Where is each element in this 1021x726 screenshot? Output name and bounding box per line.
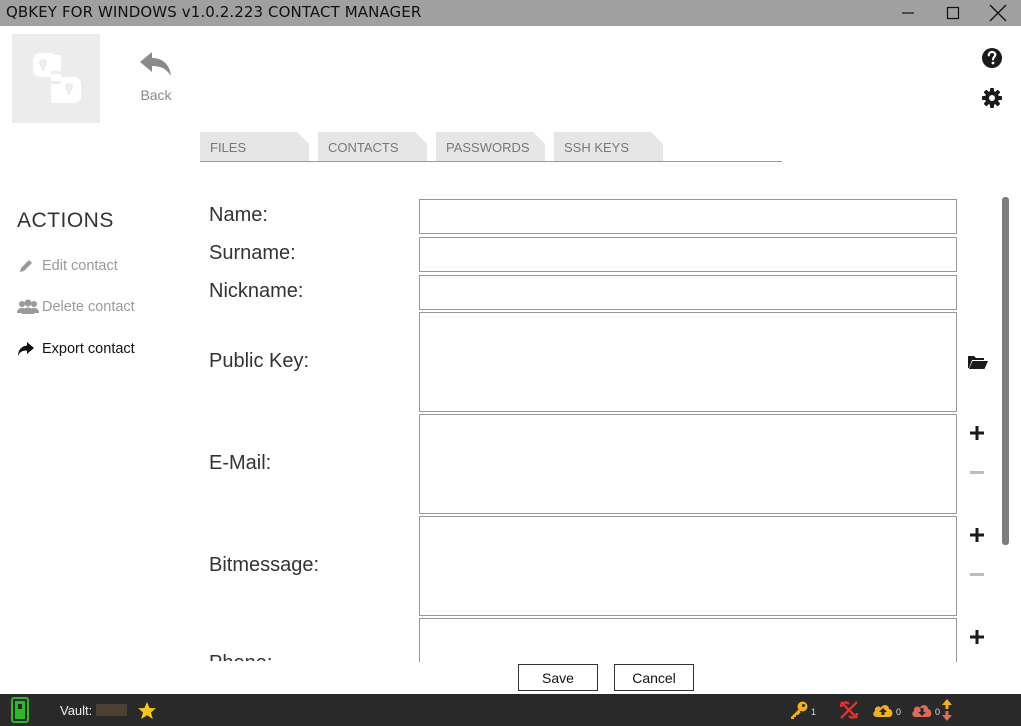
star-icon <box>138 701 156 719</box>
app-logo <box>12 34 100 123</box>
minus-icon <box>970 573 984 576</box>
nickname-label: Nickname: <box>209 280 304 302</box>
bitmessage-textarea[interactable] <box>419 516 957 616</box>
back-arrow-icon <box>140 52 171 76</box>
disconnected-icon <box>839 701 859 719</box>
phone-textarea[interactable] <box>419 618 957 662</box>
status-bar: Vault: 1 0 0 <box>0 694 1021 726</box>
tab-files[interactable]: FILES <box>200 132 309 161</box>
add-phone-button[interactable] <box>967 627 987 647</box>
close-button[interactable] <box>975 0 1021 26</box>
keys-count: 1 <box>811 706 817 717</box>
email-label: E-Mail: <box>209 452 272 474</box>
remove-bitmessage-button[interactable] <box>967 564 987 584</box>
download-count: 0 <box>935 706 941 717</box>
users-icon <box>17 299 39 314</box>
export-contact-action[interactable]: Export contact <box>17 341 135 357</box>
actions-heading: ACTIONS <box>17 209 114 232</box>
save-button[interactable]: Save <box>518 664 598 691</box>
edit-contact-action[interactable]: Edit contact <box>17 257 118 275</box>
cancel-button[interactable]: Cancel <box>614 664 694 691</box>
name-label: Name: <box>209 204 268 226</box>
add-email-button[interactable] <box>967 423 987 443</box>
upload-count: 0 <box>896 706 902 717</box>
add-bitmessage-button[interactable] <box>967 525 987 545</box>
key-icon <box>791 701 808 719</box>
share-arrow-icon <box>18 342 34 356</box>
back-label: Back <box>140 87 172 103</box>
delete-contact-label: Delete contact <box>42 299 135 315</box>
vault-label: Vault: <box>60 702 93 718</box>
plus-icon <box>970 528 984 542</box>
tab-contacts[interactable]: CONTACTS <box>318 132 427 161</box>
surname-label: Surname: <box>209 242 296 264</box>
edit-contact-label: Edit contact <box>42 258 118 274</box>
open-folder-icon <box>968 356 988 369</box>
help-icon[interactable] <box>981 47 1003 69</box>
surname-input[interactable] <box>419 237 957 272</box>
tab-ssh-keys[interactable]: SSH KEYS <box>554 132 663 161</box>
nickname-input[interactable] <box>419 275 957 310</box>
minimize-button[interactable] <box>885 0 931 26</box>
download-status: 0 <box>911 694 940 726</box>
tab-bar: FILES CONTACTS PASSWORDS SSH KEYS <box>200 132 782 162</box>
plus-icon <box>970 630 984 644</box>
public-key-label: Public Key: <box>209 350 310 372</box>
cloud-upload-icon <box>873 705 893 717</box>
delete-contact-action[interactable]: Delete contact <box>17 299 135 315</box>
pencil-icon <box>20 260 32 272</box>
remove-email-button[interactable] <box>967 462 987 482</box>
sync-arrows-icon <box>942 699 952 721</box>
scrollbar[interactable] <box>1001 197 1009 661</box>
battery-status <box>11 694 29 726</box>
window-title: QBKEY FOR WINDOWS v1.0.2.223 CONTACT MAN… <box>6 3 422 21</box>
maximize-button[interactable] <box>930 0 976 26</box>
sync-status <box>941 694 953 726</box>
close-icon <box>989 4 1007 22</box>
battery-icon <box>11 697 29 723</box>
name-input[interactable] <box>419 199 957 234</box>
tab-passwords[interactable]: PASSWORDS <box>436 132 545 161</box>
connection-status <box>838 694 860 726</box>
bitmessage-label: Bitmessage: <box>209 554 320 576</box>
minimize-icon <box>902 12 914 14</box>
favorite-button[interactable] <box>137 694 157 726</box>
vault-status: Vault: <box>60 694 128 726</box>
public-key-textarea[interactable] <box>419 312 957 412</box>
export-contact-label: Export contact <box>42 341 135 357</box>
minus-icon <box>970 471 984 474</box>
title-bar: QBKEY FOR WINDOWS v1.0.2.223 CONTACT MAN… <box>0 0 1021 26</box>
vault-name-swatch <box>96 704 128 716</box>
cloud-download-icon <box>912 705 932 717</box>
upload-status: 0 <box>872 694 901 726</box>
scrollbar-thumb[interactable] <box>1002 197 1009 545</box>
keys-status: 1 <box>789 694 816 726</box>
plus-icon <box>970 426 984 440</box>
back-button[interactable]: Back <box>133 48 179 103</box>
email-textarea[interactable] <box>419 414 957 514</box>
phone-label: Phone: <box>209 652 272 661</box>
maximize-icon <box>946 6 960 20</box>
gear-icon[interactable] <box>981 87 1003 109</box>
open-folder-button[interactable] <box>967 352 989 372</box>
logo-icon <box>33 52 81 103</box>
